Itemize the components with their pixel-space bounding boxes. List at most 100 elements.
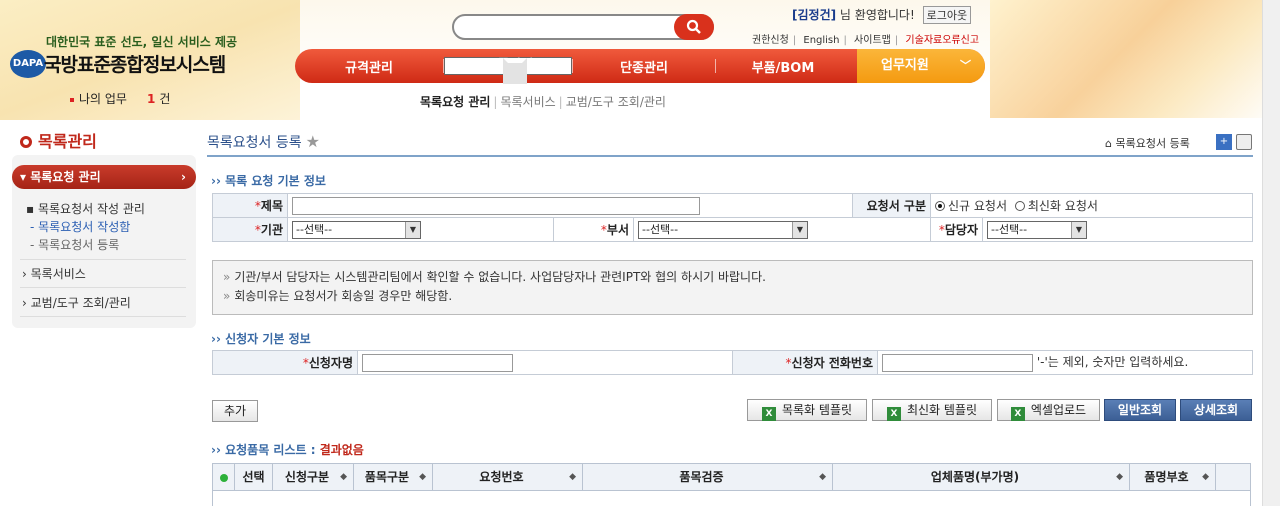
col-name-code[interactable]: 품명부호 ◆ <box>1130 464 1216 490</box>
org-label: *기관 <box>212 217 288 242</box>
link-sitemap[interactable]: 사이트맵 <box>854 35 891 46</box>
logo-area: 대한민국 표준 선도, 일신 서비스 제공 DAPA 국방표준종합정보시스템 나… <box>0 0 300 120</box>
notice-box: » 기관/부서 담당자는 시스템관리팀에서 확인할 수 없습니다. 사업담당자나 … <box>212 260 1253 315</box>
status-dot-icon <box>219 473 228 482</box>
nav-parts-bom[interactable]: 부품/BOM <box>716 57 850 76</box>
sort-icon: ◆ <box>569 472 576 482</box>
my-work-count: 1 <box>146 92 156 106</box>
page-scrollbar[interactable] <box>1262 0 1280 506</box>
slogan: 대한민국 표준 선도, 일신 서비스 제공 <box>46 35 238 49</box>
col-request-no[interactable]: 요청번호 ◆ <box>433 464 583 490</box>
dept-select[interactable]: --선택-- <box>638 220 808 239</box>
logout-button[interactable]: 로그아웃 <box>922 6 972 24</box>
nav-standard[interactable]: 규격관리 <box>295 57 443 76</box>
sort-icon: ◆ <box>340 472 347 482</box>
system-logo[interactable]: 국방표준종합정보시스템 <box>44 50 226 77</box>
sidebar-sub-drafts[interactable]: - 목록요청서 작성함 <box>30 218 130 235</box>
section-applicant-title: ›› 신청자 기본 정보 <box>211 332 311 346</box>
sidebar-sub-manage[interactable]: ▪ 목록요청서 작성 관리 <box>26 200 145 217</box>
sub-nav: 목록요청 관리 | 목록서비스 | 교범/도구 조회/관리 <box>420 95 666 109</box>
sort-icon: ◆ <box>1116 472 1123 482</box>
sidebar-item-service[interactable]: › 목록서비스 <box>22 265 86 282</box>
applicant-name-label: *신청자명 <box>212 350 358 375</box>
my-work[interactable]: 나의 업무 1 건 <box>70 90 170 107</box>
basic-search-button[interactable]: 일반조회 <box>1104 399 1176 421</box>
col-apply-type[interactable]: 신청구분 ◆ <box>273 464 354 490</box>
title-input[interactable] <box>292 196 700 215</box>
col-vendor-name[interactable]: 업체품명(부가명) ◆ <box>833 464 1130 490</box>
applicant-form: *신청자명 *신청자 전화번호 '-'는 제외, 숫자만 입력하세요. <box>212 350 1253 375</box>
search-button[interactable] <box>674 14 714 40</box>
welcome: [김정건] 님 환영합니다! 로그아웃 <box>792 6 972 24</box>
excel-icon: X <box>1010 407 1025 421</box>
request-type-label: 요청서 구분 <box>852 193 931 218</box>
radio-update[interactable] <box>1014 201 1025 211</box>
subnav-manual[interactable]: 교범/도구 조회/관리 <box>566 95 666 109</box>
header-decoration <box>990 0 1280 118</box>
user-name: [김정건] <box>792 8 837 22</box>
request-type-options: 신규 요청서 최신화 요청서 <box>930 193 1253 218</box>
page-tools: + <box>1216 134 1252 150</box>
title-label: *제목 <box>212 193 288 218</box>
radio-new[interactable] <box>935 201 945 211</box>
section-basic-title: ›› 목록 요청 기본 정보 <box>211 174 326 188</box>
basic-info-form: *제목 요청서 구분 신규 요청서 최신화 요청서 *기관 --선택-- *부서… <box>212 193 1253 242</box>
sort-icon: ◆ <box>1202 472 1209 482</box>
col-spacer <box>1216 464 1250 490</box>
title-divider <box>207 155 1253 157</box>
items-table-body <box>212 491 1251 506</box>
link-error-report[interactable]: 기술자료오류신고 <box>905 35 979 46</box>
link-english[interactable]: English <box>803 35 839 46</box>
sidebar-item-manual[interactable]: › 교범/도구 조회/관리 <box>22 294 131 311</box>
sidebar-sub-register[interactable]: - 목록요청서 등록 <box>30 236 119 253</box>
link-permission[interactable]: 권한신청 <box>752 35 789 46</box>
col-item-type[interactable]: 품목구분 ◆ <box>354 464 433 490</box>
nav-catalog[interactable]: 목록관리 <box>444 57 572 84</box>
search-box[interactable] <box>452 14 714 40</box>
search-icon <box>686 19 701 34</box>
applicant-name-input[interactable] <box>362 353 513 372</box>
bookmark-icon[interactable]: + <box>1216 134 1232 150</box>
excel-icon: X <box>886 407 901 421</box>
select-all-dot[interactable] <box>213 464 235 490</box>
subnav-service[interactable]: 목록서비스 <box>500 95 555 109</box>
dept-label: *부서 <box>553 217 634 242</box>
list-template-button[interactable]: X 목록화 템플릿 <box>747 399 867 421</box>
detail-search-button[interactable]: 상세조회 <box>1180 399 1252 421</box>
applicant-phone-input[interactable] <box>882 353 1033 372</box>
header: 대한민국 표준 선도, 일신 서비스 제공 DAPA 국방표준종합정보시스템 나… <box>0 0 1280 120</box>
notice-line-1: » 기관/부서 담당자는 시스템관리팀에서 확인할 수 없습니다. 사업담당자나 … <box>223 270 766 284</box>
manager-select[interactable]: --선택-- <box>987 220 1087 239</box>
top-links: 권한신청 | English | 사이트맵 | 기술자료오류신고 <box>752 35 980 46</box>
org-select[interactable]: --선택-- <box>292 220 421 239</box>
notice-line-2: » 회송미유는 요청서가 회송일 경우만 해당함. <box>223 289 453 303</box>
excel-upload-button[interactable]: X 엑셀업로드 <box>997 399 1100 421</box>
sort-icon: ◆ <box>419 472 426 482</box>
excel-icon: X <box>761 407 776 421</box>
home-icon[interactable]: ⌂ <box>1105 137 1112 150</box>
breadcrumb: ⌂ 목록요청서 등록 <box>1105 137 1190 150</box>
list-title: ›› 요청품목 리스트 : 결과없음 <box>211 443 364 457</box>
add-button[interactable]: 추가 <box>212 400 258 422</box>
nav-support[interactable]: 업무지원 ﹀ <box>857 49 985 83</box>
my-work-label: 나의 업무 <box>79 92 127 106</box>
my-work-unit: 건 <box>159 92 171 106</box>
favorite-star-icon[interactable]: ★ <box>306 132 320 151</box>
bullet-icon <box>70 97 74 102</box>
sidebar: ▾ 목록요청 관리 › ▪ 목록요청서 작성 관리 - 목록요청서 작성함 - 목… <box>12 155 196 328</box>
welcome-text: 님 환영합니다! <box>839 8 915 22</box>
update-template-button[interactable]: X 최신화 템플릿 <box>872 399 992 421</box>
sidebar-item-request[interactable]: ▾ 목록요청 관리 › <box>12 165 196 189</box>
main-nav: 규격관리 목록관리 단종관리 부품/BOM 업무지원 ﹀ <box>295 49 985 84</box>
col-item-verify[interactable]: 품목검증 ◆ <box>583 464 833 490</box>
phone-hint: '-'는 제외, 숫자만 입력하세요. <box>1036 355 1189 370</box>
dapa-logo-icon: DAPA <box>10 50 46 78</box>
page-title: 목록요청서 등록 ★ <box>207 132 320 151</box>
col-select: 선택 <box>235 464 273 490</box>
sidebar-title: 목록관리 <box>20 128 97 152</box>
chevron-right-icon: › <box>181 170 186 184</box>
manager-label: *담당자 <box>930 217 983 242</box>
print-icon[interactable] <box>1236 134 1252 150</box>
subnav-request[interactable]: 목록요청 관리 <box>420 95 490 109</box>
nav-discontinued[interactable]: 단종관리 <box>573 57 715 76</box>
